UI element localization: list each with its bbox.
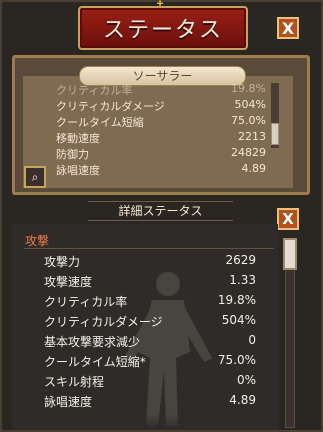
search-icon: ⌕	[31, 169, 39, 184]
detail-row-label: 詠唱速度	[44, 395, 93, 409]
summary-row-label: 詠唱速度	[56, 164, 100, 177]
detail-row: クリティカルダメージ 504%	[44, 313, 256, 330]
summary-row-value: 75.0%	[231, 114, 266, 127]
summary-row: クリティカルダメージ 504%	[56, 98, 266, 114]
summary-row-value: 19.8%	[231, 82, 266, 95]
summary-row-value: 24829	[231, 146, 266, 159]
section-heading-attack: 攻撃	[25, 234, 50, 248]
detail-row: クールタイム短縮* 75.0%	[44, 353, 256, 370]
detail-row-value: 1.33	[229, 273, 256, 287]
summary-row-label: 移動速度	[56, 132, 100, 145]
detail-row-label: 攻撃力	[44, 255, 81, 269]
summary-scroll-thumb[interactable]	[271, 123, 279, 145]
summary-row-value: 504%	[234, 98, 266, 111]
detail-row-value: 19.8%	[217, 293, 256, 307]
summary-row-value: 2213	[238, 130, 266, 143]
detail-row-label: 基本攻撃要求減少	[44, 335, 141, 349]
detail-row: クリティカル率 19.8%	[44, 293, 256, 310]
detail-row-label: クリティカルダメージ	[44, 315, 163, 329]
title-banner: ステータス	[78, 6, 248, 50]
summary-row-label: クリティカルダメージ	[56, 100, 165, 113]
detail-row-label: クリティカル率	[44, 295, 128, 309]
detail-row-value: 4.89	[229, 393, 256, 407]
detail-row: 攻撃速度 1.33	[44, 273, 256, 290]
detail-row-value: 504%	[221, 313, 256, 327]
detail-row-value: 2629	[225, 253, 256, 267]
summary-row-label: クールタイム短縮	[56, 116, 144, 129]
close-detail-button[interactable]: X	[277, 208, 299, 230]
summary-row: クールタイム短縮 75.0%	[56, 114, 266, 130]
close-icon: X	[281, 18, 295, 38]
detail-row-label: クールタイム短縮*	[44, 355, 146, 369]
detail-scroll-thumb[interactable]	[283, 238, 297, 270]
summary-row-value: 4.89	[241, 162, 267, 175]
close-icon: X	[282, 210, 294, 228]
window-title: ステータス	[102, 18, 223, 43]
detail-row: 攻撃力 2629	[44, 253, 256, 270]
detail-row-value: 0%	[236, 373, 256, 387]
detail-row: スキル射程 0%	[44, 373, 256, 390]
summary-row-label: クリティカル率	[56, 84, 133, 97]
summary-row: 防御力 24829	[56, 146, 266, 162]
detail-row-label: スキル射程	[44, 375, 105, 389]
summary-row: 詠唱速度 4.89	[56, 162, 266, 178]
summary-row: クリティカル率 19.8%	[56, 82, 266, 98]
detail-row-value: 0	[248, 333, 256, 347]
section-divider	[24, 248, 274, 249]
detail-title: 詳細ステータス	[88, 201, 233, 221]
summary-row: 移動速度 2213	[56, 130, 266, 146]
detail-row: 詠唱速度 4.89	[44, 393, 256, 410]
detail-row: 基本攻撃要求減少 0	[44, 333, 256, 350]
detail-row-label: 攻撃速度	[44, 275, 93, 289]
detail-row-value: 75.0%	[217, 353, 256, 367]
summary-row-label: 防御力	[56, 148, 89, 161]
close-window-button[interactable]: X	[277, 17, 299, 39]
list-fade	[12, 414, 278, 430]
magnify-button[interactable]: ⌕	[24, 166, 46, 188]
